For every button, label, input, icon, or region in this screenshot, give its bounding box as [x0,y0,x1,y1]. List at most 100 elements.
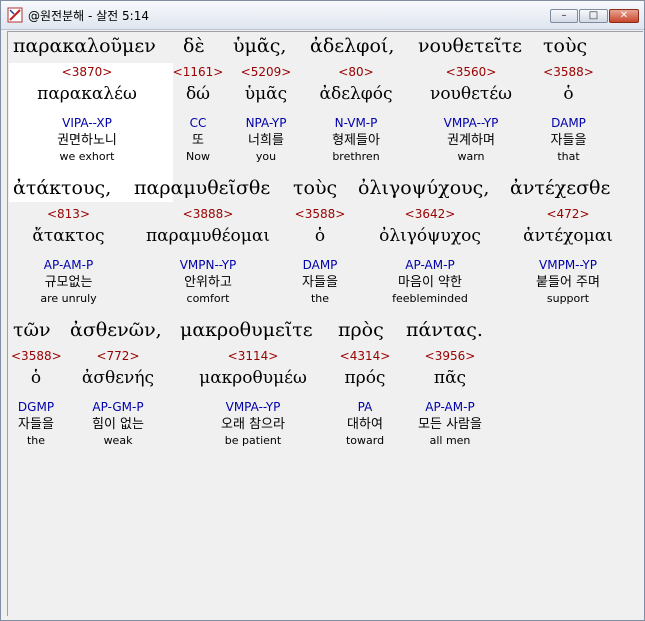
word-analysis[interactable]: <5209> ὑμᾶς NPA-YP 너희를 you [230,63,302,164]
korean-gloss: 권계하며 [447,133,495,148]
word-analysis[interactable]: <4314> πρός PA 대하여 toward [334,347,396,448]
english-gloss: support [546,292,590,305]
greek-word[interactable]: παραμυθεῖσθε [134,177,270,199]
greek-word[interactable]: πρὸς [338,319,384,341]
word-analysis[interactable]: <3114> μακροθυμέω VMPA--YP 오래 참으라 be pat… [184,347,322,448]
greek-word[interactable]: ὀλιγοψύχους, [358,177,489,199]
strong-number[interactable]: <3114> [184,347,322,365]
word-analysis[interactable]: <3560> νουθετέω VMPA--YP 권계하며 warn [416,63,526,164]
minimize-button[interactable]: – [550,9,578,23]
greek-word[interactable]: παρακαλοῦμεν [13,35,156,57]
strong-number[interactable]: <1161> [168,63,228,81]
word-analysis[interactable]: <3956> πᾶς AP-AM-P 모든 사람을 all men [404,347,496,448]
greek-word[interactable]: δὲ [183,35,205,57]
title-bar[interactable]: @원전분해 - 살전 5:14 – □ ✕ [1,1,644,30]
korean-gloss: 자들을 [18,417,54,432]
english-gloss: toward [345,434,385,447]
english-gloss: you [255,150,277,163]
korean-gloss: 형제들아 [332,133,380,148]
english-gloss: Now [186,150,210,163]
strong-number[interactable]: <3588> [285,205,355,223]
lemma: ὑμᾶς [244,84,288,104]
strong-number[interactable]: <813> [11,205,126,223]
parsing-code: DGMP [17,400,55,414]
lemma: ἄτακτος [32,226,105,246]
english-gloss: we exhort [59,150,115,163]
maximize-button[interactable]: □ [579,9,608,23]
lemma: δώ [185,84,211,104]
korean-gloss: 힘이 없는 [92,417,144,432]
greek-word[interactable]: τῶν [13,319,51,341]
greek-word[interactable]: ὑμᾶς, [233,35,286,57]
greek-word[interactable]: νουθετεῖτε [418,35,522,57]
english-gloss: warn [457,150,485,163]
parsing-code: AP-GM-P [92,400,144,414]
english-gloss: that [557,150,580,163]
parsing-code: AP-AM-P [425,400,475,414]
word-analysis[interactable]: <3588> ὁ DAMP 자들을 that [536,63,601,164]
strong-number[interactable]: <3888> [138,205,278,223]
lemma: ἀντέχομαι [523,226,613,246]
parsing-code: VMPA--YP [225,400,281,414]
parsing-code: VMPN--YP [179,258,237,272]
lemma: ἀσθενής [81,368,155,388]
verse-analysis-panel: παρακαλοῦμεν δὲ ὑμᾶς, ἀδελφοί, νουθετεῖτ… [7,31,643,616]
word-analysis[interactable]: <472> ἀντέχομαι VMPM--YP 붙들어 주며 support [508,205,628,306]
english-gloss: the [310,292,330,305]
parsing-code: PA [357,400,373,414]
parsing-code: NPA-YP [245,116,287,130]
greek-word[interactable]: μακροθυμεῖτε [180,319,313,341]
parsing-code: DAMP [302,258,338,272]
strong-number[interactable]: <3588> [11,347,62,365]
lemma: ὁ [30,368,42,388]
korean-gloss: 모든 사람을 [418,417,482,432]
strong-number[interactable]: <772> [70,347,166,365]
word-analysis[interactable]: <772> ἀσθενής AP-GM-P 힘이 없는 weak [70,347,166,448]
word-analysis[interactable]: <80> ἀδελφός N-VM-P 형제들아 brethren [306,63,406,164]
korean-gloss: 또 [192,133,204,148]
lemma: ὀλιγόψυχος [379,226,481,246]
greek-word[interactable]: ἀσθενῶν, [70,319,162,341]
greek-word[interactable]: τοὺς [543,35,587,57]
parsing-code: DAMP [551,116,586,130]
strong-number[interactable]: <472> [508,205,628,223]
korean-gloss: 마음이 약한 [398,275,462,290]
strong-number[interactable]: <3588> [536,63,601,81]
word-analysis[interactable]: <3588> ὁ DAMP 자들을 the [285,205,355,306]
word-analysis[interactable]: <813> ἄτακτος AP-AM-P 규모없는 are unruly [11,205,126,306]
lemma: μακροθυμέω [199,368,307,388]
strong-number[interactable]: <3956> [404,347,496,365]
greek-word[interactable]: τοὺς [293,177,337,199]
lemma: ἀδελφός [319,84,393,104]
strong-number[interactable]: <3870> [11,63,163,81]
lemma: ὁ [314,226,326,246]
word-analysis[interactable]: <3870> παρακαλέω VIPA--XP 권면하노니 we exhor… [11,63,163,164]
korean-gloss: 자들을 [550,133,587,148]
lemma: παραμυθέομαι [146,226,270,246]
parsing-code: VMPM--YP [539,258,597,272]
english-gloss: be patient [224,434,282,447]
english-gloss: all men [429,434,471,447]
word-analysis[interactable]: <3588> ὁ DGMP 자들을 the [11,347,62,448]
parsing-code: N-VM-P [334,116,378,130]
korean-gloss: 자들을 [302,275,338,290]
lemma: πρός [344,368,386,388]
word-analysis[interactable]: <3888> παραμυθέομαι VMPN--YP 안위하고 comfor… [138,205,278,306]
strong-number[interactable]: <4314> [334,347,396,365]
english-gloss: comfort [186,292,230,305]
lemma: πᾶς [433,368,467,388]
lemma: ὁ [563,84,574,104]
strong-number[interactable]: <80> [306,63,406,81]
greek-word[interactable]: ἀντέχεσθε [510,177,610,199]
strong-number[interactable]: <3642> [370,205,490,223]
greek-word[interactable]: ἀτάκτους, [13,177,111,199]
greek-word[interactable]: ἀδελφοί, [310,35,394,57]
korean-gloss: 규모없는 [44,275,93,290]
word-analysis[interactable]: <3642> ὀλιγόψυχος AP-AM-P 마음이 약한 feeblem… [370,205,490,306]
lemma: νουθετέω [429,84,513,104]
strong-number[interactable]: <5209> [230,63,302,81]
strong-number[interactable]: <3560> [416,63,526,81]
greek-word[interactable]: πάντας. [406,319,483,341]
word-analysis[interactable]: <1161> δώ CC 또 Now [168,63,228,164]
close-button[interactable]: ✕ [609,9,639,23]
